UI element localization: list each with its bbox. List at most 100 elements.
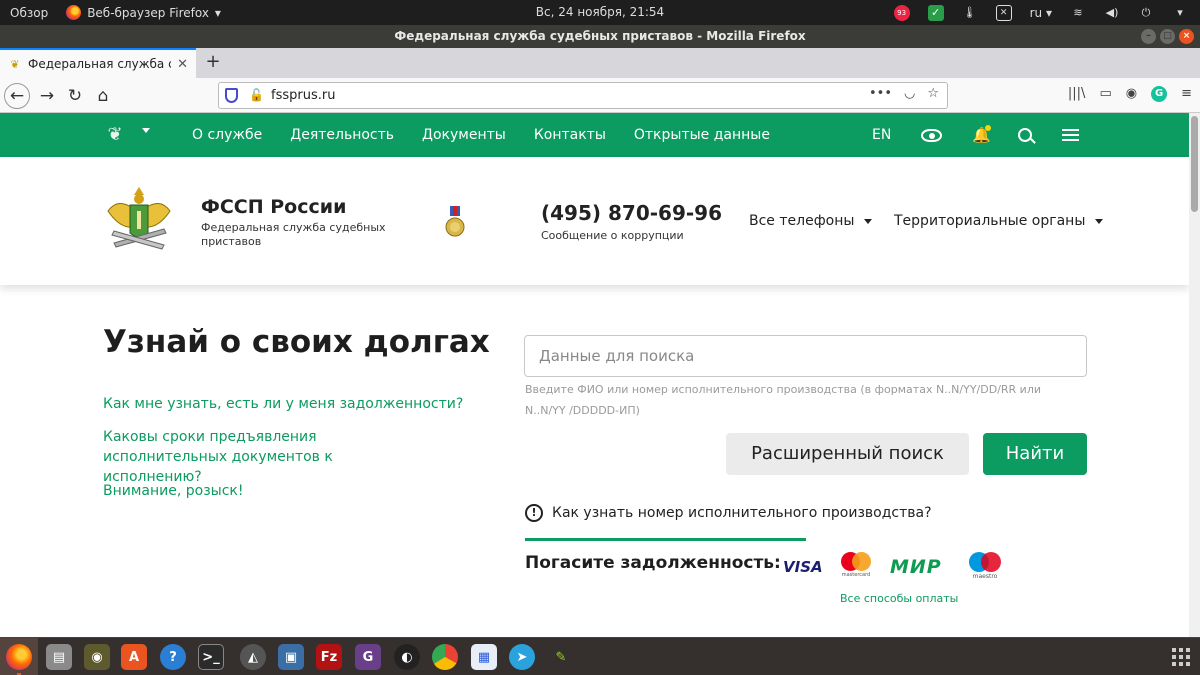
eagle-emblem-icon[interactable]: ❦ [104, 124, 126, 146]
nav-toolbar: ← → ↻ ⌂ 🔓 fssprus.ru ••• ◡ ☆ |||\ ▭ ◉ G … [0, 78, 1200, 113]
mir-logo[interactable]: МИР [890, 556, 942, 578]
account-icon[interactable]: ◉ [1126, 86, 1137, 102]
wanted-link[interactable]: Внимание, розыск! [103, 481, 243, 501]
tab-strip: ❦ Федеральная служба судебных приставов … [0, 48, 1200, 78]
inkscape-icon[interactable]: ◭ [240, 644, 266, 670]
case-number-help[interactable]: ! Как узнать номер исполнительного произ… [525, 504, 932, 522]
url-bar[interactable]: 🔓 fssprus.ru ••• ◡ ☆ [218, 82, 948, 109]
case-number-help-label: Как узнать номер исполнительного произво… [552, 505, 932, 521]
fssp-emblem-logo[interactable] [104, 183, 174, 259]
debt-search-input[interactable] [524, 335, 1087, 377]
thermometer-icon[interactable]: 🌡 [962, 5, 978, 21]
mastercard-logo[interactable]: mastercard [841, 552, 871, 578]
files-icon[interactable]: ▤ [46, 644, 72, 670]
document-viewer-icon[interactable]: ▦ [471, 644, 497, 670]
help-icon[interactable]: ? [160, 644, 186, 670]
close-button[interactable]: × [1179, 29, 1194, 44]
wifi-icon[interactable]: ≋ [1070, 5, 1086, 21]
terminal-icon[interactable]: >_ [198, 644, 224, 670]
find-button[interactable]: Найти [983, 433, 1087, 475]
phone-caption: Сообщение о коррупции [541, 229, 684, 242]
url-text[interactable]: fssprus.ru [271, 88, 335, 103]
chevron-down-icon [864, 218, 873, 224]
app-menu[interactable]: Веб-браузер Firefox ▾ [66, 5, 221, 20]
page-scrollbar[interactable] [1189, 113, 1200, 637]
system-top-bar: Обзор Веб-браузер Firefox ▾ Вс, 24 ноябр… [0, 0, 1200, 25]
tracking-shield-icon[interactable] [225, 88, 238, 103]
screenshot-icon[interactable]: ▣ [278, 644, 304, 670]
power-icon[interactable]: ⏻ [1138, 5, 1154, 21]
new-tab-button[interactable]: + [202, 51, 224, 73]
back-button[interactable]: ← [4, 83, 30, 109]
home-button[interactable]: ⌂ [90, 83, 116, 109]
visa-logo[interactable]: VISA [783, 558, 823, 576]
page-actions-button[interactable]: ••• [869, 86, 892, 101]
accessibility-eye-icon[interactable] [921, 128, 943, 142]
library-icon[interactable]: |||\ [1068, 86, 1086, 102]
nav-link-contacts[interactable]: Контакты [534, 127, 606, 143]
exclamation-icon: ! [525, 504, 543, 522]
faq-link-deadlines[interactable]: Каковы сроки предъявления исполнительных… [103, 427, 403, 487]
show-apps-grid-icon[interactable] [1172, 648, 1190, 666]
sidebar-icon[interactable]: ▭ [1099, 86, 1111, 102]
fcf-app-icon[interactable]: G [355, 644, 381, 670]
faq-link-debts[interactable]: Как мне узнать, есть ли у меня задолженн… [103, 394, 463, 414]
all-phones-dropdown[interactable]: Все телефоны [749, 213, 873, 229]
all-payment-methods-link[interactable]: Все способы оплаты [840, 592, 958, 605]
filezilla-icon[interactable]: Fz [316, 644, 342, 670]
keyboard-layout[interactable]: ru ▾ [1030, 6, 1052, 20]
keepassxc-icon[interactable]: ◉ [84, 644, 110, 670]
advanced-search-button[interactable]: Расширенный поиск [726, 433, 969, 475]
maximize-button[interactable]: □ [1160, 29, 1175, 44]
minimize-button[interactable]: – [1141, 29, 1156, 44]
chrome-icon[interactable] [432, 644, 458, 670]
security-tray-icon[interactable]: ✕ [995, 4, 1012, 21]
territorial-dropdown[interactable]: Территориальные органы [894, 213, 1104, 229]
hotline-phone[interactable]: (495) 870-69-96 [541, 201, 722, 225]
hamburger-menu-icon[interactable] [1062, 129, 1080, 141]
pocket-icon[interactable]: ◡ [904, 86, 915, 101]
search-icon[interactable] [1018, 128, 1033, 142]
obs-icon[interactable]: ◐ [394, 644, 420, 670]
volume-icon[interactable]: ◀) [1104, 5, 1120, 21]
forward-button[interactable]: → [34, 83, 60, 109]
menu-icon[interactable]: ≡ [1181, 86, 1192, 102]
divider [525, 538, 806, 541]
nav-link-activity[interactable]: Деятельность [290, 127, 394, 143]
org-title[interactable]: ФССП России [201, 196, 346, 218]
window-title: Федеральная служба судебных приставов - … [394, 29, 806, 43]
app-menu-label: Веб-браузер Firefox [87, 5, 209, 20]
firefox-icon[interactable] [6, 644, 32, 670]
nav-link-open-data[interactable]: Открытые данные [634, 127, 770, 143]
insecure-lock-icon[interactable]: 🔓 [249, 88, 264, 102]
site-navigation: ❦ О службе Деятельность Документы Контак… [0, 113, 1189, 157]
maestro-logo[interactable]: maestro [967, 552, 1003, 580]
clock[interactable]: Вс, 24 ноября, 21:54 [536, 5, 664, 19]
pay-debt-label: Погасите задолженность: [525, 553, 781, 573]
keyboard-layout-label: ru [1029, 5, 1043, 20]
tab-close-icon[interactable]: ✕ [177, 57, 188, 72]
nav-link-documents[interactable]: Документы [422, 127, 506, 143]
chevron-down-icon[interactable] [142, 128, 150, 133]
shield-check-icon[interactable]: ✓ [927, 4, 944, 21]
page-viewport: ❦ О службе Деятельность Документы Контак… [0, 113, 1200, 637]
tools-icon[interactable]: ✎ [548, 644, 574, 670]
grammarly-icon[interactable]: G [1151, 86, 1168, 102]
tray-badge: 93 [897, 8, 907, 17]
app-center-icon[interactable]: A [121, 644, 147, 670]
tab-title: Федеральная служба судебных приставов [28, 57, 171, 71]
nav-link-about[interactable]: О службе [192, 127, 262, 143]
language-switch[interactable]: EN [872, 127, 891, 143]
activities-button[interactable]: Обзор [10, 6, 48, 20]
scrollbar-thumb[interactable] [1191, 116, 1198, 212]
bookmark-star-icon[interactable]: ☆ [927, 86, 939, 101]
chevron-down-icon[interactable]: ▾ [1172, 5, 1188, 21]
bell-icon[interactable]: 🔔 [972, 125, 992, 144]
notification-app-icon[interactable]: 93 [893, 4, 910, 21]
page-title: Узнай о своих долгах [103, 324, 490, 360]
reload-button[interactable]: ↻ [62, 83, 88, 109]
chevron-down-icon: ▾ [214, 5, 221, 20]
chevron-down-icon [1095, 218, 1104, 224]
browser-tab[interactable]: ❦ Федеральная служба судебных приставов … [0, 48, 196, 78]
telegram-icon[interactable]: ➤ [509, 644, 535, 670]
